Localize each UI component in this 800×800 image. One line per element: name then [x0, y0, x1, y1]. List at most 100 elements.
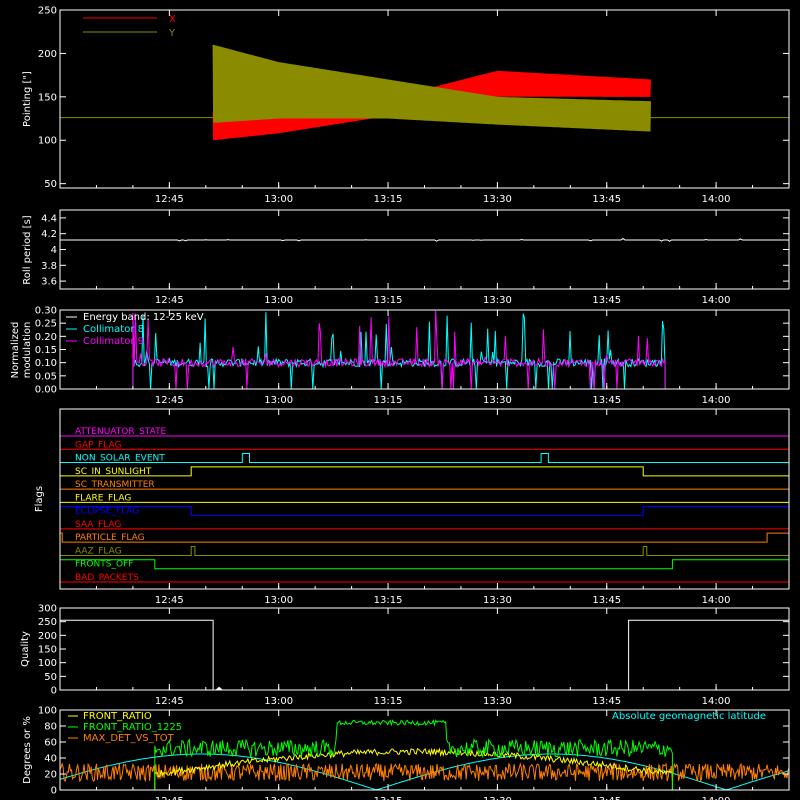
- legend-x-label: X: [169, 14, 176, 25]
- flags-x-ticks: 12:45 13:00 13:15 13:30 13:45 14:00: [59, 409, 790, 606]
- x-tick-label: 14:00: [702, 395, 731, 406]
- legend-coll9-label: Collimator 9: [83, 336, 144, 347]
- y-tick-label: 150: [38, 92, 57, 103]
- x-tick-label: 13:45: [592, 696, 621, 707]
- y-tick-label: 0: [51, 786, 57, 797]
- roll-period-data: [60, 237, 789, 242]
- x-tick-label: 13:45: [592, 295, 621, 306]
- x-tick-label: 13:30: [483, 696, 512, 707]
- flag-label-non_solar_event: NON_SOLAR_EVENT: [75, 454, 165, 464]
- x-tick-label: 13:00: [264, 595, 293, 606]
- flags-data: ATTENUATOR_STATE GAP_FLAG NON_SOLAR_EVENT S…: [59, 427, 790, 583]
- y-tick-label: 3.8: [41, 261, 57, 272]
- flag-label-sc_in_sunlight: SC_IN_SUNLIGHT: [75, 467, 152, 477]
- x-tick-label: 14:00: [702, 796, 731, 800]
- flags-panel: ATTENUATOR_STATE GAP_FLAG NON_SOLAR_EVENT S…: [34, 408, 790, 606]
- y-tick-label: 4.2: [41, 229, 57, 240]
- roll-period-series: [60, 237, 789, 242]
- flag-line-non_solar_event: [60, 453, 789, 464]
- legend-max-det-label: MAX_DET_VS_TOT: [83, 733, 175, 744]
- x-tick-label: 14:00: [702, 696, 731, 707]
- x-tick-label: 13:15: [374, 295, 403, 306]
- y-tick-label: 4.4: [41, 213, 57, 224]
- flag-line-aaz_flag: [60, 545, 789, 556]
- y-tick-label: 50: [44, 179, 57, 190]
- energy-band-label: Energy band: 12-25 keV: [83, 312, 204, 323]
- modulation-x-ticks: 12:45 13:00 13:15 13:30 13:45 14:00: [59, 310, 790, 406]
- y-tick-label: 100: [38, 136, 57, 147]
- x-tick-label: 13:00: [264, 194, 293, 205]
- legend-geomag-label: Absolute geomagnetic latitude: [612, 711, 766, 722]
- modulation-y-label: Normalizedmodulation: [10, 322, 33, 379]
- quality-y-label: Quality: [20, 631, 31, 667]
- x-tick-label: 14:00: [702, 295, 731, 306]
- x-tick-label: 14:00: [702, 194, 731, 205]
- x-tick-label: 13:30: [483, 796, 512, 800]
- roll-period-panel: 3.63.844.24.4 12:45 13:00 13:15 13:30 13:45 1…: [22, 209, 790, 306]
- roll-period-y-ticks: 3.6 3.8 4 4.2 4.4: [41, 213, 789, 288]
- flag-label-eclipse_flag: ECLIPSE_FLAG: [75, 507, 139, 517]
- legend-front-ratio-label: FRONT_RATIO: [83, 711, 152, 722]
- flag-line-eclipse_flag: [59, 506, 790, 517]
- modulation-panel: 0.000.050.100.150.200.250.30 12:45 13:00 1…: [10, 306, 790, 406]
- x-tick-label: 13:45: [592, 595, 621, 606]
- x-tick-label: 13:30: [483, 395, 512, 406]
- legend-coll8-label: Collimator 8: [83, 324, 144, 335]
- x-tick-label: 13:15: [374, 595, 403, 606]
- figure: 50100150200250 12:45 13:00 13:15 13:30 13:45…: [10, 6, 790, 800]
- flag-label-sc_transmitter: SC_TRANSMITTER: [75, 480, 155, 490]
- flag-label-aaz_flag: AAZ_FLAG: [75, 546, 122, 556]
- y-tick-label: 0.10: [35, 358, 57, 369]
- x-tick-label: 13:45: [592, 796, 621, 800]
- x-tick-label: 13:00: [264, 395, 293, 406]
- ratios-series-max-det: [59, 762, 790, 783]
- pointing-data: [60, 44, 789, 141]
- flag-line-fronts_off: [59, 559, 790, 570]
- quality-series: [60, 619, 789, 691]
- modulation-legend: Energy band: 12-25 keV Collimator 8 Coll…: [66, 312, 204, 347]
- x-tick-label: 13:30: [483, 295, 512, 306]
- quality-x-ticks: 12:45 13:00 13:15 13:30 13:45 14:00: [59, 608, 790, 707]
- y-tick-label: 0.30: [35, 306, 57, 317]
- y-tick-label: 50: [44, 672, 57, 683]
- x-tick-label: 12:45: [155, 395, 184, 406]
- y-tick-label: 60: [44, 738, 57, 749]
- y-tick-label: 20: [44, 770, 57, 781]
- flag-line-sc_in_sunlight: [60, 466, 789, 477]
- flag-label-particle_flag: PARTICLE_FLAG: [75, 533, 145, 543]
- x-tick-label: 13:15: [374, 395, 403, 406]
- y-tick-label: 3.6: [41, 277, 57, 288]
- y-tick-label: 250: [38, 617, 57, 628]
- y-tick-label: 0.05: [35, 371, 57, 382]
- quality-y-ticks: 0 50 100 150 200 250 300: [38, 604, 789, 697]
- x-tick-label: 13:15: [374, 194, 403, 205]
- y-tick-label: 100: [38, 658, 57, 669]
- y-tick-label: 200: [38, 49, 57, 60]
- flags-y-label: Flags: [34, 486, 45, 512]
- ratios-y-label: Degrees or %: [22, 716, 33, 784]
- roll-period-x-ticks: 12:45 13:00 13:15 13:30 13:45 14:00: [59, 210, 790, 306]
- quality-data: [60, 619, 789, 691]
- pointing-y-label: Pointing ["]: [22, 71, 33, 127]
- x-tick-label: 14:00: [702, 595, 731, 606]
- x-tick-label: 13:45: [592, 395, 621, 406]
- x-tick-label: 13:30: [483, 595, 512, 606]
- y-tick-label: 150: [38, 645, 57, 656]
- y-tick-label: 80: [44, 722, 57, 733]
- roll-period-axes: [59, 209, 790, 290]
- modulation-series-0: [60, 312, 789, 390]
- x-tick-label: 12:45: [155, 696, 184, 707]
- legend-y-label: Y: [168, 28, 176, 39]
- x-tick-label: 13:15: [374, 696, 403, 707]
- y-tick-label: 250: [38, 6, 57, 17]
- flag-label-saa_flag: SAA_FLAG: [75, 520, 121, 530]
- flag-label-attenuator_state: ATTENUATOR_STATE: [75, 427, 167, 437]
- flag-label-flare_flag: FLARE_FLAG: [75, 493, 131, 503]
- flag-label-fronts_off: FRONTS_OFF: [75, 560, 133, 570]
- ratios-panel: 0 20 40 60 80 100 12:45 13:00 13:15 13:30 13:45 14…: [22, 706, 790, 800]
- y-tick-label: 0.20: [35, 332, 57, 343]
- x-tick-label: 12:45: [155, 295, 184, 306]
- ratios-legend: FRONT_RATIO FRONT_RATIO_1225 MAX_DET_VS_…: [68, 711, 766, 744]
- roll-period-y-label: Roll period [s]: [22, 215, 33, 284]
- x-tick-label: 13:15: [374, 796, 403, 800]
